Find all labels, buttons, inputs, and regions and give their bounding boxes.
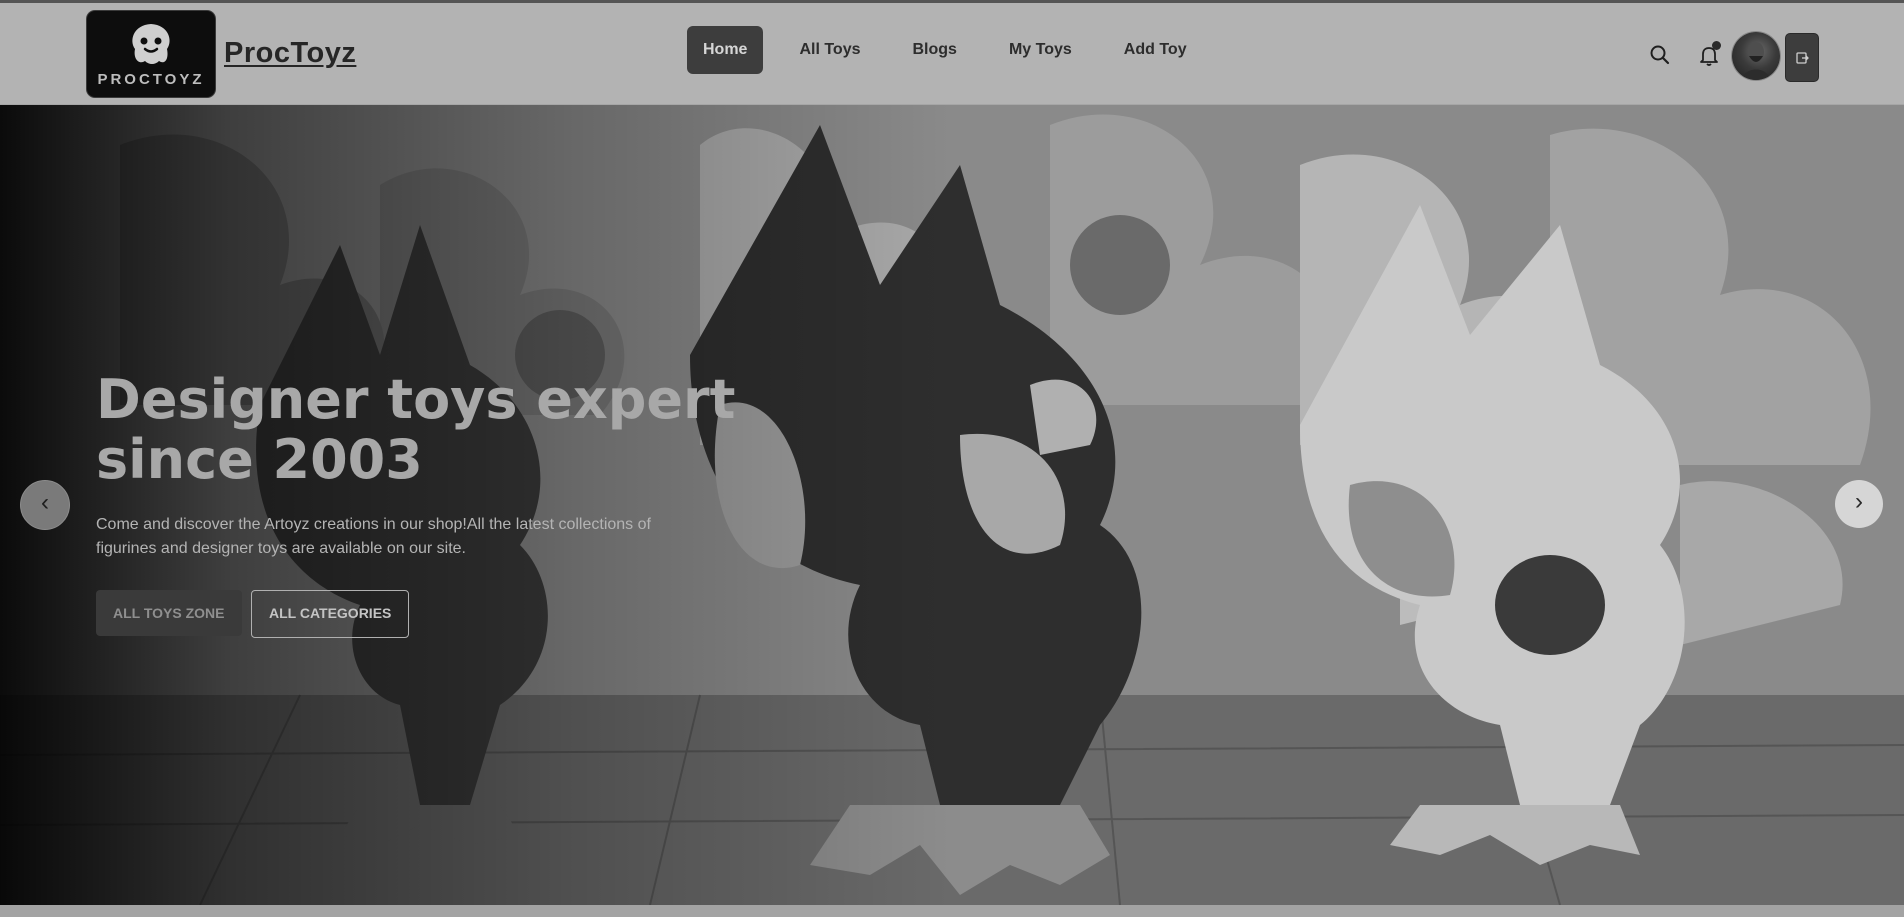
logout-button[interactable] — [1785, 33, 1819, 82]
avatar-portrait — [1742, 42, 1770, 80]
nav-my-toys[interactable]: My Toys — [993, 26, 1088, 74]
hero-title-line2: since 2003 — [96, 428, 423, 491]
logout-icon — [1796, 52, 1809, 64]
search-icon[interactable] — [1647, 42, 1673, 68]
brand-name-link[interactable]: ProcToyz — [224, 37, 356, 70]
nav-add-toy[interactable]: Add Toy — [1108, 26, 1203, 74]
brand-logo[interactable]: PROCTOYZ — [87, 11, 215, 97]
hero-carousel: Designer toys expert since 2003 Come and… — [0, 105, 1904, 905]
carousel-prev-button[interactable]: ‹ — [20, 480, 70, 530]
chevron-left-icon: ‹ — [41, 489, 49, 516]
carousel-next-button[interactable]: › — [1835, 480, 1883, 528]
nav-all-toys[interactable]: All Toys — [783, 26, 876, 74]
nav-blogs[interactable]: Blogs — [897, 26, 973, 74]
nav-home[interactable]: Home — [687, 26, 764, 74]
hero-description: Come and discover the Artoyz creations i… — [96, 516, 651, 557]
hero-gradient-overlay — [0, 105, 1904, 905]
all-toys-zone-button[interactable]: ALL TOYS ZONE — [96, 590, 242, 636]
user-avatar[interactable] — [1732, 32, 1780, 80]
hero-title-line1: Designer toys expert — [96, 368, 736, 431]
all-categories-button[interactable]: ALL CATEGORIES — [251, 590, 410, 638]
chevron-right-icon: › — [1855, 488, 1863, 515]
navbar: PROCTOYZ ProcToyz Home All Toys Blogs My… — [0, 3, 1904, 105]
main-nav: Home All Toys Blogs My Toys Add Toy — [687, 26, 1223, 74]
mascot-icon — [132, 24, 170, 64]
below-fold-strip — [0, 905, 1904, 917]
notification-badge — [1712, 41, 1721, 50]
hero-title: Designer toys expert since 2003 — [96, 370, 736, 490]
logo-text: PROCTOYZ — [97, 71, 205, 88]
